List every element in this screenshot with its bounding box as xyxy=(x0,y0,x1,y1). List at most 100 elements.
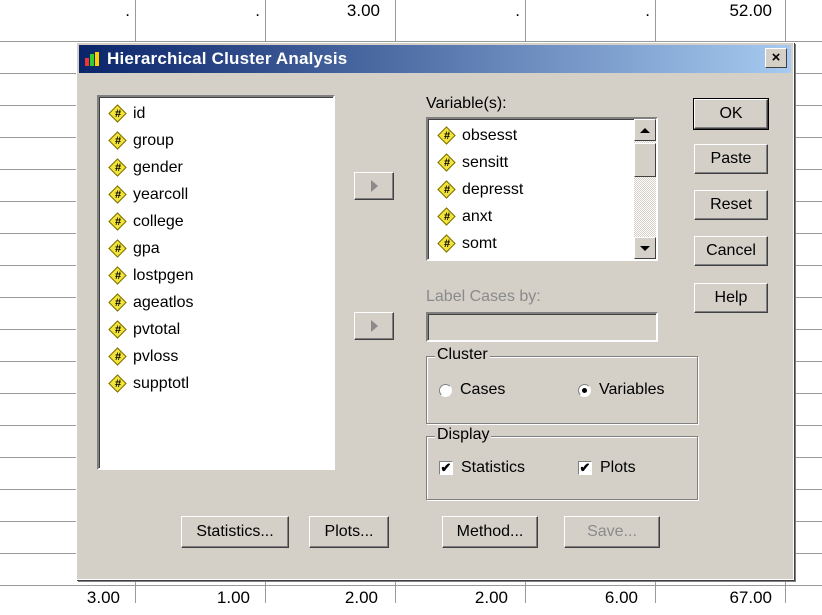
variable-list-item[interactable]: # lostpgen xyxy=(99,262,333,289)
variable-list-item[interactable]: # depresst xyxy=(428,176,656,203)
move-to-variables-button[interactable] xyxy=(354,172,394,200)
variable-list-item[interactable]: # pvloss xyxy=(99,343,333,370)
display-statistics-checkbox[interactable]: ✔ Statistics xyxy=(439,459,525,477)
variable-name: depresst xyxy=(462,180,524,198)
hash-glyph: # xyxy=(443,210,451,223)
display-group-title: Display xyxy=(435,426,492,444)
scroll-up-button[interactable] xyxy=(634,119,656,141)
variable-list-item[interactable]: # college xyxy=(99,208,333,235)
hash-glyph: # xyxy=(443,156,451,169)
variable-name: gender xyxy=(133,158,183,176)
checkbox[interactable]: ✔ xyxy=(578,461,592,475)
hash-glyph: # xyxy=(114,215,122,228)
scale-variable-icon: # xyxy=(108,184,127,204)
scale-variable-icon: # xyxy=(437,179,456,199)
cluster-group-title: Cluster xyxy=(435,346,490,364)
display-plots-checkbox[interactable]: ✔ Plots xyxy=(578,459,636,477)
data-cell[interactable]: . xyxy=(10,1,130,21)
hash-glyph: # xyxy=(114,188,122,201)
title-bar[interactable]: Hierarchical Cluster Analysis × xyxy=(79,45,791,73)
variable-name: college xyxy=(133,212,184,230)
display-statistics-label: Statistics xyxy=(461,459,526,476)
data-cell[interactable]: 2.00 xyxy=(258,588,378,608)
hash-glyph: # xyxy=(114,296,122,309)
variables-scrollbar[interactable] xyxy=(634,119,656,259)
scale-variable-icon: # xyxy=(108,157,127,177)
hierarchical-cluster-dialog: Hierarchical Cluster Analysis × # id # grou… xyxy=(76,42,794,580)
method-button[interactable]: Method... xyxy=(442,516,538,548)
save-button[interactable]: Save... xyxy=(564,516,660,548)
hash-glyph: # xyxy=(443,129,451,142)
variable-list-item[interactable]: # gpa xyxy=(99,235,333,262)
hash-glyph: # xyxy=(114,242,122,255)
hash-glyph: # xyxy=(114,107,122,120)
data-cell[interactable]: . xyxy=(400,1,520,21)
paste-button[interactable]: Paste xyxy=(694,144,768,174)
scale-variable-icon: # xyxy=(108,373,127,393)
data-cell[interactable]: 1.00 xyxy=(130,588,250,608)
variable-name: yearcoll xyxy=(133,185,189,203)
cancel-button[interactable]: Cancel xyxy=(694,236,768,266)
help-button[interactable]: Help xyxy=(694,283,768,313)
plots-button[interactable]: Plots... xyxy=(309,516,389,548)
hash-glyph: # xyxy=(114,350,122,363)
variable-list-item[interactable]: # somt xyxy=(428,230,656,257)
data-cell[interactable]: 52.00 xyxy=(652,1,772,21)
cluster-cases-label: Cases xyxy=(460,381,506,398)
variable-list-item[interactable]: # sensitt xyxy=(428,149,656,176)
scale-variable-icon: # xyxy=(437,152,456,172)
data-cell[interactable]: 2.00 xyxy=(388,588,508,608)
ok-button[interactable]: OK xyxy=(693,98,769,130)
dialog-title: Hierarchical Cluster Analysis xyxy=(107,49,348,68)
data-cell[interactable]: 6.00 xyxy=(518,588,638,608)
variable-name: lostpgen xyxy=(133,266,194,284)
variable-list-item[interactable]: # group xyxy=(99,127,333,154)
variable-list-item[interactable]: # anxt xyxy=(428,203,656,230)
hash-glyph: # xyxy=(443,183,451,196)
hash-glyph: # xyxy=(114,269,122,282)
data-cell[interactable]: 3.00 xyxy=(0,588,120,608)
variable-list-item[interactable]: # gender xyxy=(99,154,333,181)
data-cell[interactable]: 3.00 xyxy=(260,1,380,21)
variable-name: sensitt xyxy=(462,153,509,171)
variable-name: id xyxy=(133,104,146,122)
scale-variable-icon: # xyxy=(108,346,127,366)
radio-button[interactable] xyxy=(578,383,591,397)
scale-variable-icon: # xyxy=(108,103,127,123)
hash-glyph: # xyxy=(114,134,122,147)
label-cases-field[interactable] xyxy=(426,312,658,342)
scale-variable-icon: # xyxy=(108,292,127,312)
variable-list-item[interactable]: # id xyxy=(99,100,333,127)
source-variable-list[interactable]: # id # group # gender # yearcoll # college # gpa # lo… xyxy=(97,95,335,470)
data-cell[interactable]: . xyxy=(140,1,260,21)
cluster-variables-radio[interactable]: Variables xyxy=(578,381,665,399)
variable-name: somt xyxy=(462,234,497,252)
reset-button[interactable]: Reset xyxy=(694,190,768,220)
selected-variables-list[interactable]: # obsesst # sensitt # depresst # anxt # somt xyxy=(426,117,658,261)
right-arrow-icon xyxy=(370,320,378,332)
statistics-button[interactable]: Statistics... xyxy=(181,516,289,548)
variable-name: pvtotal xyxy=(133,320,181,338)
scale-variable-icon: # xyxy=(108,265,127,285)
variable-name: gpa xyxy=(133,239,160,257)
checkbox[interactable]: ✔ xyxy=(439,461,453,475)
variable-list-item[interactable]: # obsesst xyxy=(428,122,656,149)
scale-variable-icon: # xyxy=(108,238,127,258)
cluster-cases-radio[interactable]: Cases xyxy=(439,381,505,399)
variable-name: ageatlos xyxy=(133,293,194,311)
scale-variable-icon: # xyxy=(437,206,456,226)
variable-list-item[interactable]: # pvtotal xyxy=(99,316,333,343)
cluster-group: Cluster Cases Variables xyxy=(426,346,698,424)
move-to-label-cases-button[interactable] xyxy=(354,312,394,340)
variable-list-item[interactable]: # yearcoll xyxy=(99,181,333,208)
arrow-up-icon xyxy=(640,127,650,133)
radio-button[interactable] xyxy=(439,383,452,397)
variable-name: group xyxy=(133,131,174,149)
scroll-thumb[interactable] xyxy=(634,143,656,177)
data-cell[interactable]: . xyxy=(530,1,650,21)
data-cell[interactable]: 67.00 xyxy=(652,588,772,608)
scroll-down-button[interactable] xyxy=(634,237,656,259)
close-button[interactable]: × xyxy=(765,48,787,68)
variable-list-item[interactable]: # supptotl xyxy=(99,370,333,397)
variable-list-item[interactable]: # ageatlos xyxy=(99,289,333,316)
